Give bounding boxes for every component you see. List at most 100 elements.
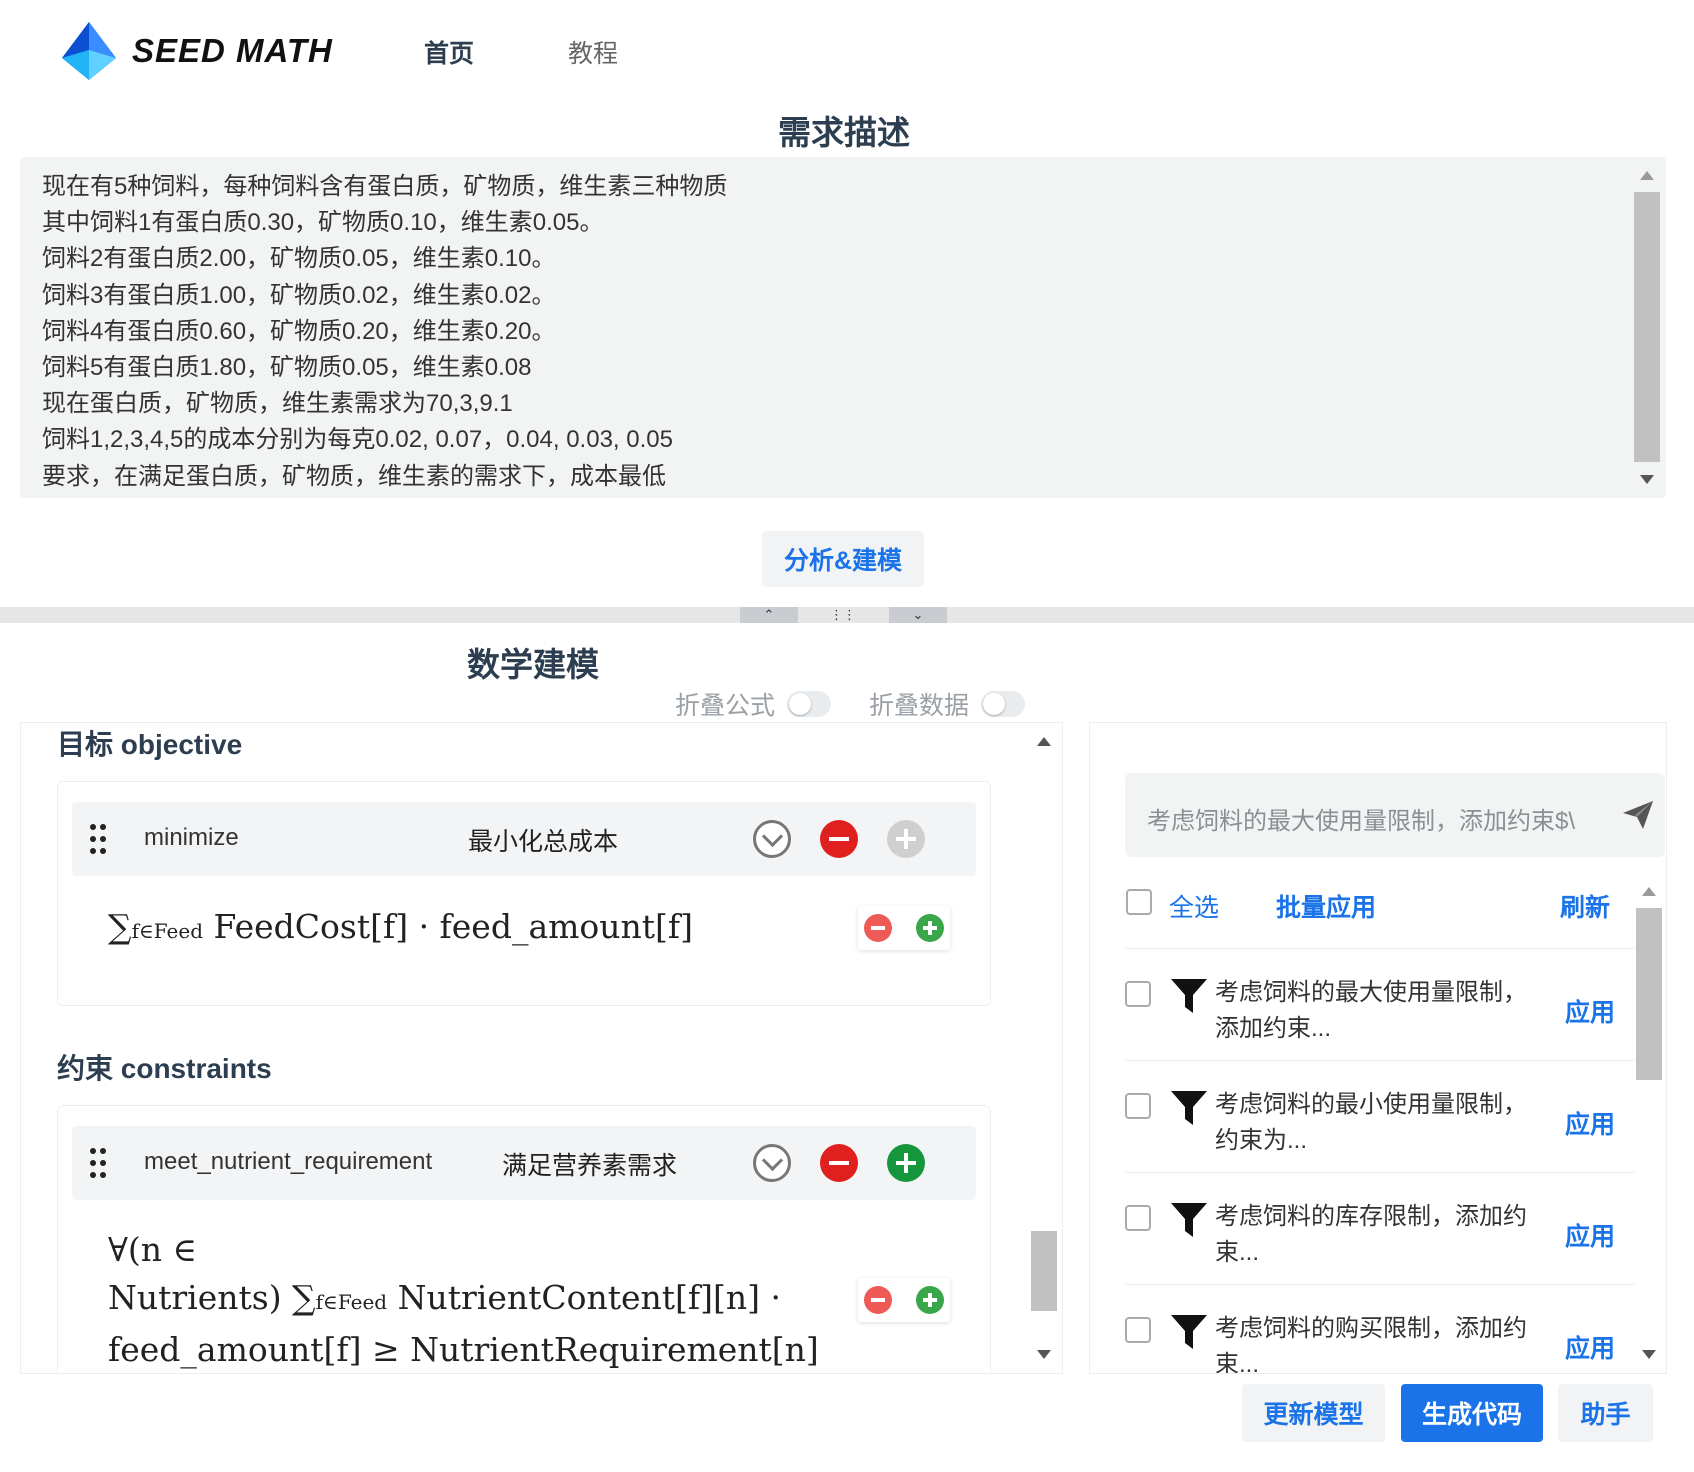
add-term-icon[interactable] bbox=[916, 1286, 944, 1314]
filter-icon bbox=[1171, 1091, 1207, 1125]
suggestions-scrollbar[interactable] bbox=[1634, 873, 1664, 1373]
apply-button[interactable]: 应用 bbox=[1565, 1329, 1615, 1365]
suggestion-text: 考虑饲料的库存限制，添加约 束... bbox=[1215, 1199, 1535, 1271]
fold-data-toggle[interactable]: 折叠数据 bbox=[869, 686, 1026, 722]
constraint-header: meet_nutrient_requirement 满足营养素需求 bbox=[72, 1126, 976, 1200]
filter-icon bbox=[1171, 979, 1207, 1013]
refresh-button[interactable]: 刷新 bbox=[1560, 888, 1610, 924]
assistant-input-text[interactable]: 考虑饲料的最大使用量限制，添加约束$\ bbox=[1147, 801, 1575, 836]
generate-code-button[interactable]: 生成代码 bbox=[1401, 1384, 1543, 1442]
suggestion-item[interactable]: 考虑饲料的库存限制，添加约 束... 应用 bbox=[1125, 1172, 1635, 1285]
collapse-up-icon[interactable]: ⌃ bbox=[740, 607, 798, 623]
remove-icon[interactable] bbox=[820, 1144, 858, 1182]
requirement-textarea[interactable]: 现在有5种饲料，每种饲料含有蛋白质，矿物质，维生素三种物质 其中饲料1有蛋白质0… bbox=[20, 157, 1666, 498]
logo[interactable]: SEED MATH bbox=[58, 20, 333, 82]
model-scrollbar[interactable] bbox=[1029, 723, 1059, 1373]
select-all-label[interactable]: 全选 bbox=[1169, 888, 1219, 924]
fold-data-switch[interactable] bbox=[981, 691, 1026, 717]
requirement-line: 其中饲料1有蛋白质0.30，矿物质0.10，维生素0.05。 bbox=[42, 209, 604, 237]
scroll-thumb[interactable] bbox=[1031, 1231, 1057, 1311]
formula-ops bbox=[858, 906, 950, 950]
helper-button[interactable]: 助手 bbox=[1558, 1384, 1653, 1442]
collapse-down-icon[interactable]: ⌄ bbox=[889, 607, 947, 623]
formula-subscript: f∈Feed bbox=[315, 1290, 388, 1314]
formula-part: NutrientContent[f][n] · bbox=[397, 1278, 781, 1317]
drag-handle-icon[interactable] bbox=[90, 824, 106, 854]
nav-home[interactable]: 首页 bbox=[424, 34, 474, 70]
objective-formula: ∑f∈Feed FeedCost[f] · feed_amount[f] bbox=[108, 907, 693, 946]
requirement-line: 要求，在满足蛋白质，矿物质，维生素的需求下，成本最低 bbox=[42, 462, 666, 490]
requirement-line: 现在有5种饲料，每种饲料含有蛋白质，矿物质，维生素三种物质 bbox=[42, 173, 728, 200]
scroll-thumb[interactable] bbox=[1636, 908, 1662, 1080]
model-panel[interactable]: 目标 objective minimize 最小化总成本 ∑f∈Feed Fee… bbox=[20, 722, 1063, 1374]
suggestion-text: 考虑饲料的最大使用量限制， 添加约束... bbox=[1215, 975, 1535, 1047]
constraint-description: 满足营养素需求 bbox=[502, 1152, 678, 1180]
requirement-title: 需求描述 bbox=[778, 114, 910, 151]
fold-data-label: 折叠数据 bbox=[869, 692, 970, 720]
add-icon[interactable] bbox=[887, 820, 925, 858]
suggestion-line: 考虑饲料的最大使用量限制， bbox=[1215, 979, 1527, 1006]
scroll-down-icon[interactable] bbox=[1642, 1350, 1656, 1359]
requirement-line: 饲料1,2,3,4,5的成本分别为每克0.02, 0.07，0.04, 0.03… bbox=[42, 426, 673, 454]
suggestion-item[interactable]: 考虑饲料的最大使用量限制， 添加约束... 应用 bbox=[1125, 948, 1635, 1061]
apply-button[interactable]: 应用 bbox=[1565, 1217, 1615, 1253]
assistant-input[interactable]: 考虑饲料的最大使用量限制，添加约束$\ bbox=[1125, 773, 1665, 857]
drag-handle-icon[interactable] bbox=[90, 1148, 106, 1178]
send-icon[interactable] bbox=[1621, 799, 1655, 831]
suggestion-text: 考虑饲料的购买限制，添加约束... bbox=[1215, 1311, 1535, 1374]
constraint-formula: ∀(n ∈ Nutrients) ∑f∈Feed NutrientContent… bbox=[108, 1226, 819, 1373]
formula-body: FeedCost[f] · feed_amount[f] bbox=[213, 907, 694, 946]
suggestion-text: 考虑饲料的最小使用量限制， 约束为... bbox=[1215, 1087, 1535, 1159]
requirement-line: 饲料4有蛋白质0.60，矿物质0.20，维生素0.20。 bbox=[42, 317, 556, 345]
requirement-line: 饲料5有蛋白质1.80，矿物质0.05，维生素0.08 bbox=[42, 354, 532, 382]
remove-icon[interactable] bbox=[820, 820, 858, 858]
remove-term-icon[interactable] bbox=[864, 1286, 892, 1314]
nav-tutorial[interactable]: 教程 bbox=[568, 34, 618, 70]
formula-line: feed_amount[f] ≥ NutrientRequirement[n] bbox=[108, 1330, 819, 1369]
requirement-text: 现在有5种饲料，每种饲料含有蛋白质，矿物质，维生素三种物质 其中饲料1有蛋白质0… bbox=[42, 169, 727, 495]
formula-part: Nutrients) ∑ bbox=[108, 1278, 316, 1317]
suggestion-checkbox[interactable] bbox=[1125, 981, 1151, 1007]
objective-description: 最小化总成本 bbox=[468, 828, 619, 856]
scroll-up-icon[interactable] bbox=[1640, 171, 1654, 180]
expand-icon[interactable] bbox=[753, 1144, 791, 1182]
modeling-title: 数学建模 bbox=[467, 646, 599, 683]
suggestion-item[interactable]: 考虑饲料的购买限制，添加约束... 应用 bbox=[1125, 1284, 1635, 1374]
scroll-up-icon[interactable] bbox=[1037, 737, 1051, 746]
apply-button[interactable]: 应用 bbox=[1565, 993, 1615, 1029]
scroll-thumb[interactable] bbox=[1634, 192, 1660, 462]
suggestion-line: 考虑饲料的购买限制，添加约 bbox=[1215, 1315, 1527, 1342]
scroll-down-icon[interactable] bbox=[1640, 475, 1654, 484]
add-term-icon[interactable] bbox=[916, 914, 944, 942]
suggestion-checkbox[interactable] bbox=[1125, 1093, 1151, 1119]
expand-icon[interactable] bbox=[753, 820, 791, 858]
objective-heading: 目标 objective bbox=[57, 729, 243, 760]
apply-button[interactable]: 应用 bbox=[1565, 1105, 1615, 1141]
fold-formula-toggle[interactable]: 折叠公式 bbox=[675, 686, 832, 722]
suggestion-checkbox[interactable] bbox=[1125, 1317, 1151, 1343]
requirement-line: 饲料2有蛋白质2.00，矿物质0.05，维生素0.10。 bbox=[42, 245, 556, 273]
drag-handle-icon[interactable]: ⋮⋮ bbox=[818, 607, 868, 623]
formula-line: ∀(n ∈ bbox=[108, 1230, 197, 1269]
scroll-down-icon[interactable] bbox=[1037, 1350, 1051, 1359]
scroll-up-icon[interactable] bbox=[1642, 887, 1656, 896]
requirement-line: 现在蛋白质，矿物质，维生素需求为70,3,9.1 bbox=[42, 390, 513, 418]
select-all-checkbox[interactable] bbox=[1126, 889, 1152, 915]
batch-apply-button[interactable]: 批量应用 bbox=[1276, 888, 1376, 924]
fold-formula-switch[interactable] bbox=[787, 691, 832, 717]
constraint-name: meet_nutrient_requirement bbox=[144, 1148, 433, 1175]
filter-icon bbox=[1171, 1315, 1207, 1349]
suggestion-line: 考虑饲料的库存限制，添加约 bbox=[1215, 1203, 1527, 1230]
suggestion-line: 束... bbox=[1215, 1351, 1260, 1374]
analyze-model-button[interactable]: 分析&建模 bbox=[762, 531, 924, 587]
seed-logo-icon bbox=[62, 22, 116, 80]
update-model-button[interactable]: 更新模型 bbox=[1242, 1384, 1385, 1442]
remove-term-icon[interactable] bbox=[864, 914, 892, 942]
requirement-scrollbar[interactable] bbox=[1632, 157, 1662, 498]
filter-icon bbox=[1171, 1203, 1207, 1237]
suggestion-checkbox[interactable] bbox=[1125, 1205, 1151, 1231]
sum-symbol: ∑ bbox=[108, 907, 132, 946]
suggestion-item[interactable]: 考虑饲料的最小使用量限制， 约束为... 应用 bbox=[1125, 1060, 1635, 1173]
suggestion-line: 束... bbox=[1215, 1239, 1260, 1266]
add-icon[interactable] bbox=[887, 1144, 925, 1182]
